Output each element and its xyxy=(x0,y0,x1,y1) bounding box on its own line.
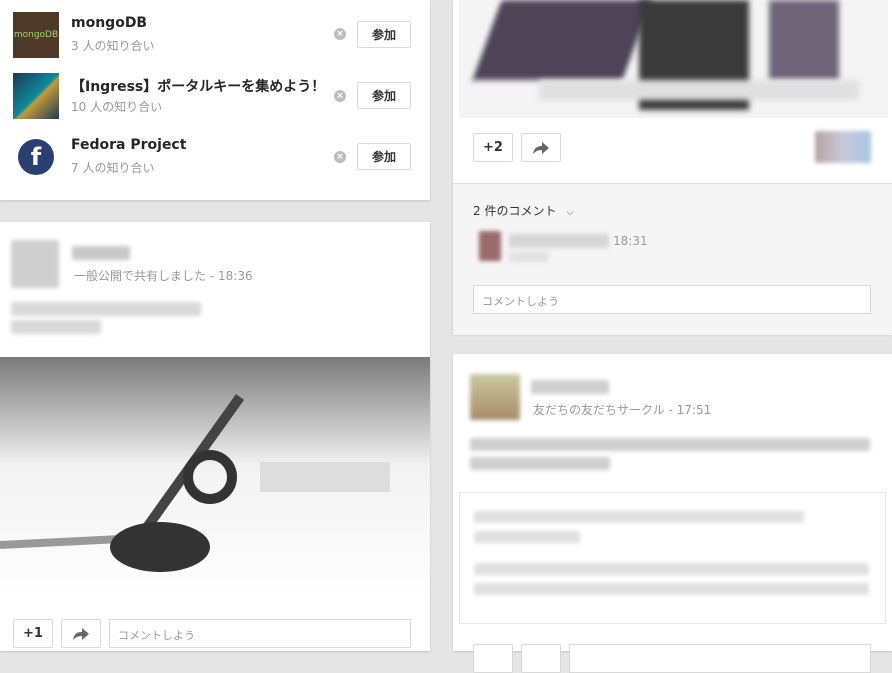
comment-text xyxy=(509,252,549,262)
shared-text xyxy=(474,563,869,575)
dismiss-icon[interactable]: × xyxy=(334,90,346,102)
comment-count-toggle[interactable]: 2 件のコメント ⌵ xyxy=(473,202,574,219)
author-name[interactable] xyxy=(531,380,609,394)
share-icon xyxy=(533,141,549,154)
community-name[interactable]: mongoDB xyxy=(71,15,147,31)
join-button[interactable]: 参加 xyxy=(357,21,411,48)
comment-time[interactable]: 18:31 xyxy=(613,234,648,248)
comments-section: 2 件のコメント ⌵ 18:31 コメントしよう xyxy=(453,183,892,335)
commenter-name[interactable] xyxy=(509,234,609,248)
comment-count: 2 件のコメント xyxy=(473,204,557,218)
avatar[interactable] xyxy=(11,240,59,288)
shared-text xyxy=(474,531,580,543)
post-card: 一般公開で共有しました - 18:36 +1 コメントしよう xyxy=(0,222,430,651)
plus-button[interactable] xyxy=(473,644,513,673)
avatar[interactable] xyxy=(470,374,520,420)
dismiss-icon[interactable]: × xyxy=(334,151,346,163)
community-name[interactable]: 【Ingress】ポータルキーを集めよう！ xyxy=(71,76,325,96)
comment-input[interactable] xyxy=(569,644,871,673)
post-card-right: +2 2 件のコメント ⌵ 18:31 コメントしよう xyxy=(453,0,892,335)
community-members: 10 人の知り合い xyxy=(71,100,163,114)
share-button[interactable] xyxy=(521,644,561,673)
join-button[interactable]: 参加 xyxy=(357,143,411,170)
share-button[interactable] xyxy=(61,619,101,648)
chevron-down-icon: ⌵ xyxy=(566,207,574,218)
post-meta: 一般公開で共有しました - 18:36 xyxy=(74,269,253,283)
post-image[interactable] xyxy=(0,357,430,597)
community-members: 3 人の知り合い xyxy=(71,39,155,53)
post-text xyxy=(11,302,201,316)
commenter-avatar[interactable] xyxy=(479,231,501,261)
post-text xyxy=(470,438,870,451)
comment-input[interactable]: コメントしよう xyxy=(473,285,871,314)
fedora-logo[interactable]: f xyxy=(13,134,59,180)
comment-input[interactable]: コメントしよう xyxy=(109,619,411,648)
ingress-logo[interactable] xyxy=(13,73,59,119)
shared-text xyxy=(474,583,869,595)
plus-one-button[interactable]: +1 xyxy=(13,619,53,648)
share-icon xyxy=(73,627,89,640)
shared-text xyxy=(474,511,804,523)
shared-content[interactable] xyxy=(459,492,886,624)
suggestion-row: f Fedora Project 7 人の知り合い × 参加 xyxy=(0,122,430,183)
community-members: 7 人の知り合い xyxy=(71,161,155,175)
dismiss-icon[interactable]: × xyxy=(334,28,346,40)
image-content xyxy=(0,394,390,572)
community-suggestions-card: mongoDB mongoDB 3 人の知り合い × 参加 【Ingress】ポ… xyxy=(0,0,430,200)
post-time[interactable]: 18:36 xyxy=(218,269,253,283)
post-time[interactable]: 17:51 xyxy=(677,403,712,417)
author-name[interactable] xyxy=(72,246,130,260)
post-image[interactable] xyxy=(459,0,888,118)
visibility-label[interactable]: 一般公開で共有しました xyxy=(74,269,206,283)
plusoner-avatars[interactable] xyxy=(815,131,871,163)
circle-label[interactable]: 友だちの友だちサークル xyxy=(533,403,665,417)
community-name[interactable]: Fedora Project xyxy=(71,137,186,153)
plus-two-button[interactable]: +2 xyxy=(473,133,513,162)
share-button[interactable] xyxy=(521,133,561,162)
mongodb-logo[interactable]: mongoDB xyxy=(13,12,59,58)
post-text xyxy=(470,457,610,470)
suggestion-row: 【Ingress】ポータルキーを集めよう！ 10 人の知り合い × 参加 xyxy=(0,61,430,122)
post-text xyxy=(11,320,101,334)
post-card-right-2: 友だちの友だちサークル - 17:51 xyxy=(453,354,892,673)
post-meta: 友だちの友だちサークル - 17:51 xyxy=(533,403,712,417)
suggestion-row: mongoDB mongoDB 3 人の知り合い × 参加 xyxy=(0,0,430,61)
join-button[interactable]: 参加 xyxy=(357,82,411,109)
